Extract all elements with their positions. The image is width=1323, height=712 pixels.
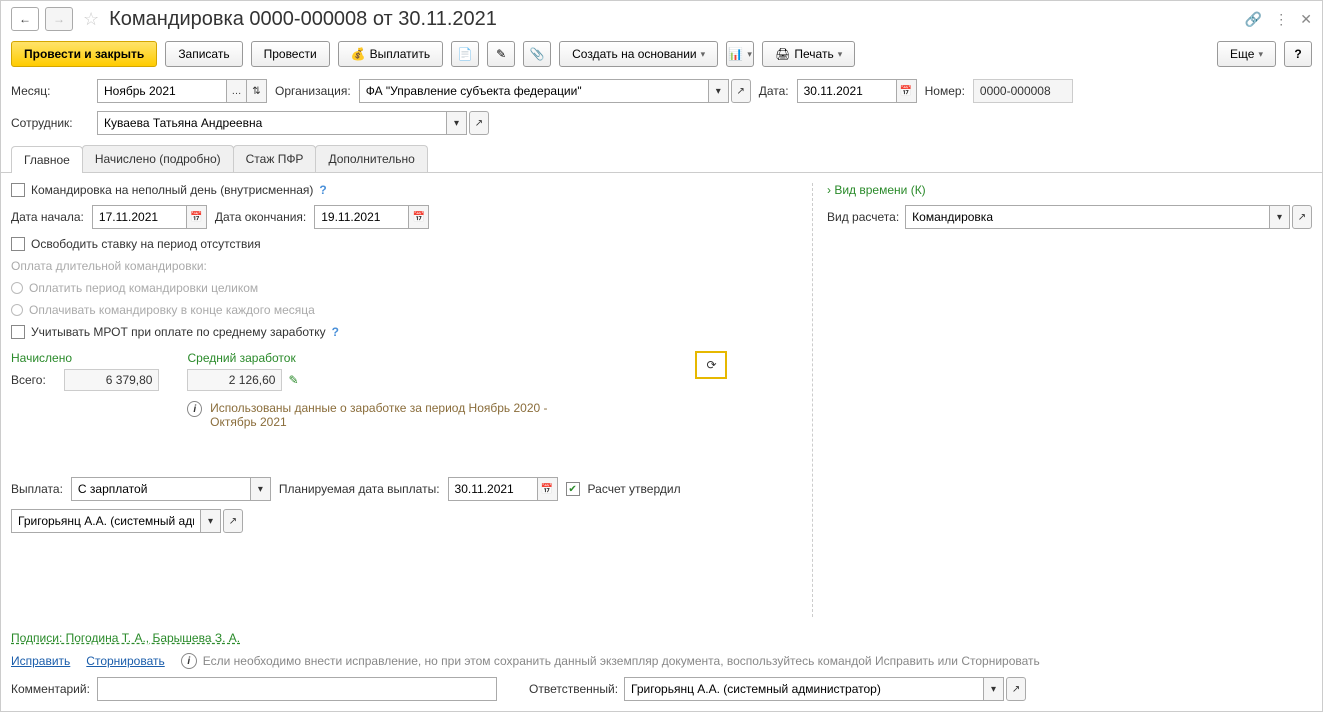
long-opt1-radio (11, 282, 23, 294)
date-input[interactable] (797, 79, 897, 103)
tab-detail[interactable]: Начислено (подробно) (82, 145, 234, 172)
responsible-open[interactable]: ↗ (1006, 677, 1026, 701)
number-value: 0000-000008 (973, 79, 1073, 103)
info-icon: i (187, 401, 202, 417)
avg-value: 2 126,60 (187, 369, 282, 391)
tab-pfr[interactable]: Стаж ПФР (233, 145, 317, 172)
print-button[interactable]: 🖨 Печать (762, 41, 855, 67)
help-button[interactable]: ? (1284, 41, 1312, 67)
payout-select[interactable] (71, 477, 251, 501)
avg-header: Средний заработок (187, 351, 587, 365)
mrot-label: Учитывать МРОТ при оплате по среднему за… (31, 325, 326, 339)
time-type-link[interactable]: Вид времени (К) (827, 183, 1312, 197)
payout-label: Выплата: (11, 482, 63, 496)
long-opt2-label: Оплачивать командировку в конце каждого … (29, 303, 315, 317)
responsible-drop[interactable]: ▾ (984, 677, 1004, 701)
start-date-label: Дата начала: (11, 210, 84, 224)
employee-label: Сотрудник: (11, 116, 89, 130)
start-date-calendar[interactable]: 📅 (187, 205, 207, 229)
partial-day-checkbox[interactable] (11, 183, 25, 197)
partial-day-label: Командировка на неполный день (внутрисме… (31, 183, 313, 197)
kebab-menu-icon[interactable]: ⋮ (1274, 11, 1288, 28)
date-label: Дата: (759, 84, 789, 98)
edit-icon-button[interactable]: ✎ (487, 41, 515, 67)
responsible-input[interactable] (624, 677, 984, 701)
free-rate-checkbox[interactable] (11, 237, 25, 251)
number-label: Номер: (925, 84, 965, 98)
comment-label: Комментарий: (11, 682, 91, 696)
employee-open-button[interactable]: ↗ (469, 111, 489, 135)
post-close-button[interactable]: Провести и закрыть (11, 41, 157, 67)
mrot-checkbox[interactable] (11, 325, 25, 339)
doc-icon-button[interactable]: 📄 (451, 41, 479, 67)
total-value: 6 379,80 (64, 369, 159, 391)
nav-forward: → (45, 7, 73, 31)
save-button[interactable]: Записать (165, 41, 242, 67)
end-date-input[interactable] (314, 205, 409, 229)
start-date-input[interactable] (92, 205, 187, 229)
end-date-label: Дата окончания: (215, 210, 306, 224)
month-spinner[interactable]: ⇅ (247, 79, 267, 103)
calc-type-open[interactable]: ↗ (1292, 205, 1312, 229)
month-label: Месяц: (11, 84, 89, 98)
partial-day-help-icon[interactable]: ? (319, 183, 326, 197)
org-drop-button[interactable]: ▾ (709, 79, 729, 103)
pay-icon: 💰 (351, 47, 366, 61)
tab-main[interactable]: Главное (11, 146, 83, 173)
mrot-help-icon[interactable]: ? (332, 325, 339, 339)
plan-date-input[interactable] (448, 477, 538, 501)
responsible-label: Ответственный: (529, 682, 618, 696)
pay-button[interactable]: 💰Выплатить (338, 41, 443, 67)
employee-drop-button[interactable]: ▾ (447, 111, 467, 135)
end-date-calendar[interactable]: 📅 (409, 205, 429, 229)
org-input[interactable] (359, 79, 709, 103)
page-title: Командировка 0000-000008 от 30.11.2021 (109, 8, 1239, 31)
total-label: Всего: (11, 373, 46, 387)
approved-checkbox[interactable]: ✔ (566, 482, 580, 496)
approver-input[interactable] (11, 509, 201, 533)
tab-extra[interactable]: Дополнительно (315, 145, 427, 172)
org-open-button[interactable]: ↗ (731, 79, 751, 103)
info-note: Использованы данные о заработке за перио… (210, 401, 587, 429)
date-calendar-button[interactable]: 📅 (897, 79, 917, 103)
accrued-header: Начислено (11, 351, 159, 365)
report-icon-button[interactable]: 📊 (726, 41, 754, 67)
edit-avg-icon[interactable]: ✎ (288, 373, 298, 387)
month-input[interactable] (97, 79, 227, 103)
post-button[interactable]: Провести (251, 41, 330, 67)
more-button[interactable]: Еще (1217, 41, 1276, 67)
close-icon[interactable]: ✕ (1300, 11, 1312, 28)
storno-link[interactable]: Сторнировать (86, 654, 164, 668)
plan-date-calendar[interactable]: 📅 (538, 477, 558, 501)
org-label: Организация: (275, 84, 351, 98)
signatures-link[interactable]: Подписи: Погодина Т. А., Барышева З. А. (11, 631, 240, 645)
month-picker-button[interactable]: … (227, 79, 247, 103)
link-icon[interactable]: 🔗 (1245, 11, 1262, 28)
recalc-button[interactable]: ⟳ (695, 351, 727, 379)
attach-icon-button[interactable]: 📎 (523, 41, 551, 67)
calc-type-label: Вид расчета: (827, 210, 899, 224)
comment-input[interactable] (97, 677, 497, 701)
calc-type-input[interactable] (905, 205, 1270, 229)
employee-input[interactable] (97, 111, 447, 135)
long-trip-header: Оплата длительной командировки: (11, 259, 802, 273)
fix-link[interactable]: Исправить (11, 654, 70, 668)
create-based-button[interactable]: Создать на основании (559, 41, 718, 67)
printer-icon: 🖨 (775, 47, 790, 61)
calc-type-drop[interactable]: ▾ (1270, 205, 1290, 229)
footer-hint: Если необходимо внести исправление, но п… (203, 654, 1040, 668)
favorite-star-icon[interactable]: ☆ (83, 9, 99, 30)
approver-open[interactable]: ↗ (223, 509, 243, 533)
footer-info-icon: i (181, 653, 197, 669)
plan-date-label: Планируемая дата выплаты: (279, 482, 440, 496)
free-rate-label: Освободить ставку на период отсутствия (31, 237, 261, 251)
approved-label: Расчет утвердил (588, 482, 681, 496)
nav-back[interactable]: ← (11, 7, 39, 31)
payout-drop[interactable]: ▾ (251, 477, 271, 501)
long-opt2-radio (11, 304, 23, 316)
long-opt1-label: Оплатить период командировки целиком (29, 281, 258, 295)
approver-drop[interactable]: ▾ (201, 509, 221, 533)
